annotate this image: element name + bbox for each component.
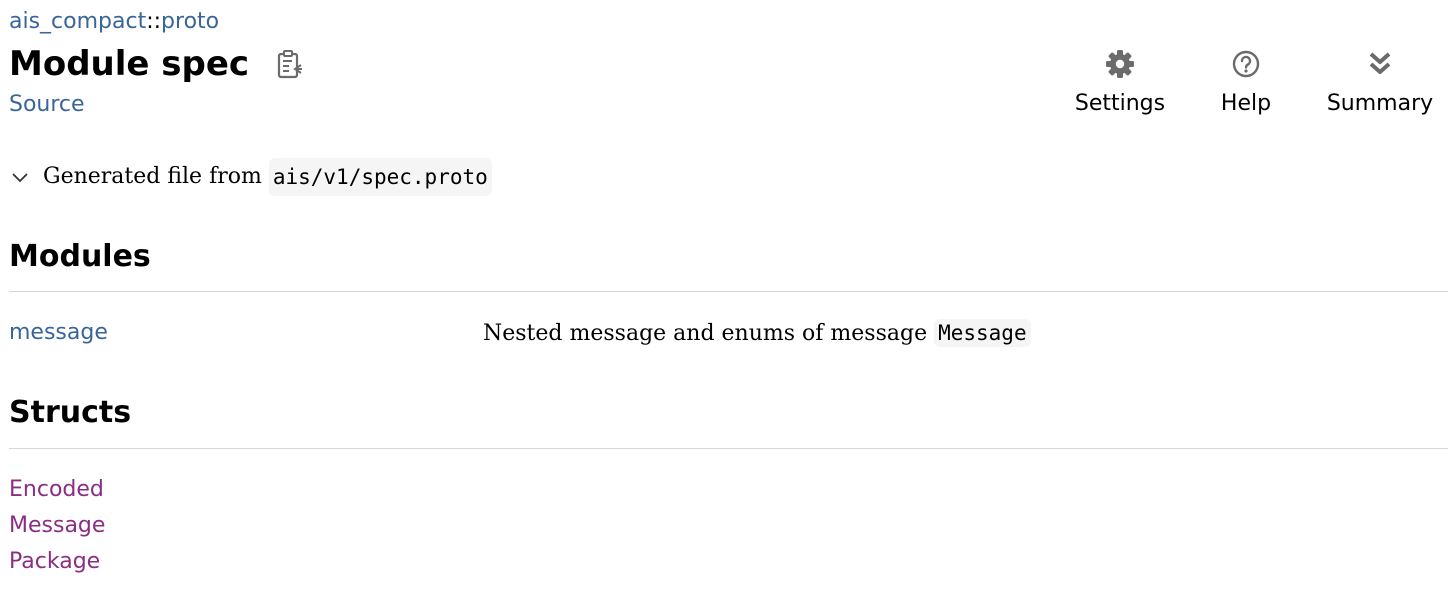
settings-label: Settings <box>1074 91 1166 116</box>
breadcrumb: ais_compact::proto <box>9 8 219 36</box>
double-chevron-down-icon <box>1364 48 1396 80</box>
structs-heading: Structs <box>9 395 132 430</box>
struct-link-message[interactable]: Message <box>9 513 105 538</box>
settings-button[interactable]: Settings <box>1068 48 1172 118</box>
docblock-text: Generated file from <box>43 164 262 189</box>
help-button[interactable]: Help <box>1194 48 1298 118</box>
struct-list: Encoded Message Package <box>9 474 105 582</box>
list-item: Message <box>9 510 105 546</box>
struct-link-encoded[interactable]: Encoded <box>9 477 104 502</box>
breadcrumb-module-link[interactable]: proto <box>161 9 219 34</box>
gear-icon <box>1104 48 1136 80</box>
summary-label: Summary <box>1326 91 1434 116</box>
modules-divider <box>9 291 1448 292</box>
copy-path-icon <box>277 50 303 79</box>
modules-heading: Modules <box>9 239 151 274</box>
module-description-code: Message <box>934 319 1031 347</box>
breadcrumb-separator: :: <box>146 9 162 34</box>
breadcrumb-crate-link[interactable]: ais_compact <box>9 9 146 34</box>
help-circle-icon <box>1230 48 1262 80</box>
toolbar: Settings Help Summary <box>1068 48 1440 118</box>
module-link-message[interactable]: message <box>9 318 108 348</box>
copy-path-button[interactable] <box>275 48 305 80</box>
page-title: Module spec <box>9 44 250 84</box>
docblock: Generated file from ais/v1/spec.proto <box>9 158 492 196</box>
title-row: Module spec <box>9 42 305 86</box>
list-item: Package <box>9 546 105 582</box>
summary-button[interactable]: Summary <box>1320 48 1440 118</box>
docblock-code: ais/v1/spec.proto <box>268 158 492 196</box>
source-link[interactable]: Source <box>9 91 85 119</box>
docblock-toggle[interactable] <box>9 166 31 188</box>
module-description: Nested message and enums of message Mess… <box>483 316 1031 351</box>
struct-link-package[interactable]: Package <box>9 549 100 574</box>
help-label: Help <box>1220 91 1272 116</box>
module-description-text: Nested message and enums of message <box>483 321 928 346</box>
module-row: message Nested message and enums of mess… <box>9 316 1448 352</box>
structs-divider <box>9 448 1448 449</box>
list-item: Encoded <box>9 474 105 510</box>
chevron-down-icon <box>12 173 28 183</box>
